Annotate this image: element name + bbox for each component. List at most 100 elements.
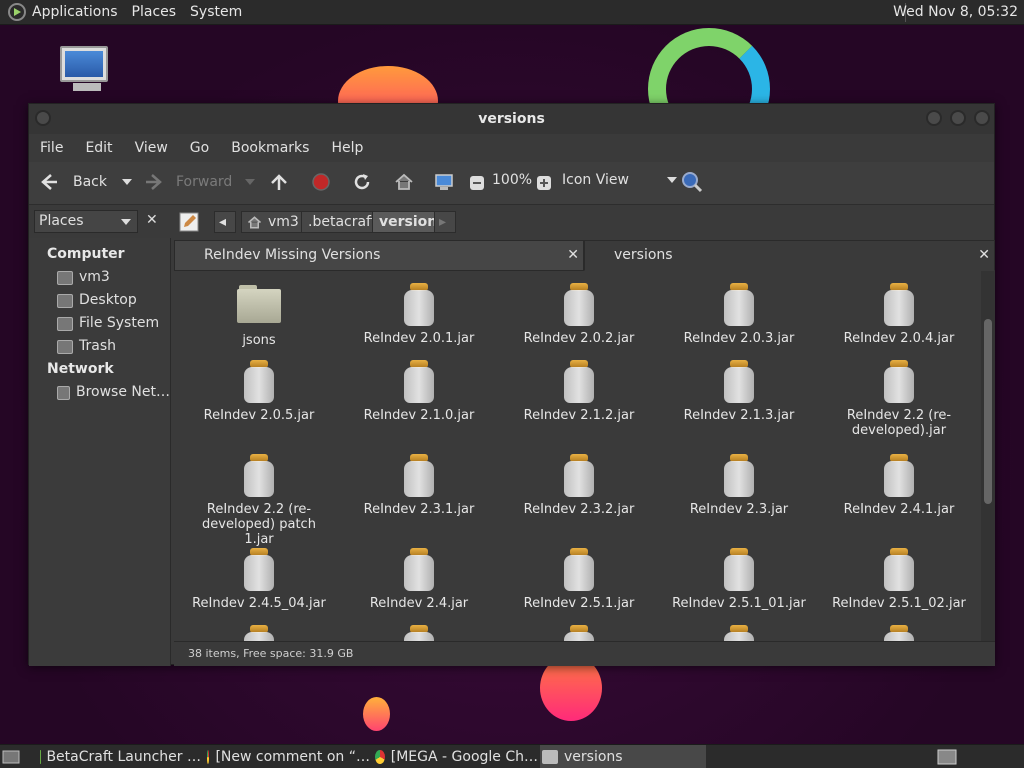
- file-item[interactable]: [339, 625, 499, 641]
- file-item[interactable]: ReIndev 2.0.3.jar: [659, 283, 819, 346]
- jar-file-icon: [562, 454, 596, 498]
- scrollbar-thumb[interactable]: [984, 319, 992, 504]
- view-mode-select[interactable]: Icon View: [562, 172, 677, 188]
- folder-item-jsons[interactable]: jsons: [179, 283, 339, 348]
- jar-file-icon: [242, 625, 276, 641]
- network-icon: [57, 385, 70, 400]
- sidebar-type-select[interactable]: Places: [34, 210, 138, 233]
- close-window-button[interactable]: [974, 110, 990, 126]
- tab-reindev-missing-versions[interactable]: ReIndev Missing Versions ✕: [174, 240, 584, 271]
- file-item[interactable]: ReIndev 2.1.3.jar: [659, 360, 819, 423]
- computer-icon[interactable]: [434, 172, 454, 192]
- location-bar: Places ✕ ◂ vm3 .betacraft versions ▸: [29, 204, 994, 238]
- close-tab-icon[interactable]: ✕: [978, 241, 990, 270]
- sidebar-item-trash[interactable]: Trash: [29, 335, 170, 358]
- file-item[interactable]: ReIndev 2.0.2.jar: [499, 283, 659, 346]
- menu-view[interactable]: View: [135, 140, 168, 156]
- applications-menu[interactable]: Applications: [32, 4, 118, 20]
- breadcrumb-vm3[interactable]: vm3: [241, 211, 306, 233]
- zoom-out-icon[interactable]: [469, 175, 485, 191]
- back-history-icon[interactable]: [122, 179, 132, 185]
- jar-file-icon: [402, 625, 436, 641]
- file-item[interactable]: ReIndev 2.5.1_02.jar: [819, 548, 979, 611]
- file-item[interactable]: ReIndev 2.4.5_04.jar: [179, 548, 339, 611]
- search-icon[interactable]: [681, 171, 703, 193]
- taskbar-item-versions[interactable]: versions: [540, 745, 706, 768]
- forward-history-icon[interactable]: [245, 179, 256, 185]
- menu-edit[interactable]: Edit: [85, 140, 112, 156]
- folder-icon: [237, 285, 281, 323]
- breadcrumb-betacraft[interactable]: .betacraft: [301, 211, 384, 233]
- file-item[interactable]: [499, 625, 659, 641]
- stop-icon[interactable]: [311, 172, 331, 192]
- minimize-button[interactable]: [926, 110, 942, 126]
- chrome-icon: [207, 750, 210, 764]
- home-icon[interactable]: [394, 172, 414, 192]
- edit-location-icon[interactable]: [179, 212, 199, 232]
- file-item[interactable]: ReIndev 2.0.4.jar: [819, 283, 979, 346]
- menu-help[interactable]: Help: [331, 140, 363, 156]
- file-item[interactable]: ReIndev 2.1.2.jar: [499, 360, 659, 423]
- file-item[interactable]: ReIndev 2.3.1.jar: [339, 454, 499, 517]
- taskbar-item-chrome-mega[interactable]: [MEGA - Google Ch…: [373, 745, 538, 768]
- jar-file-icon: [562, 625, 596, 641]
- zoom-in-icon[interactable]: [536, 175, 552, 191]
- taskbar-item-betacraft[interactable]: BetaCraft Launcher …: [36, 745, 201, 768]
- file-item[interactable]: ReIndev 2.0.1.jar: [339, 283, 499, 346]
- tab-versions[interactable]: versions ✕: [584, 240, 995, 271]
- system-menu[interactable]: System: [190, 4, 242, 20]
- sidebar-item-file-system[interactable]: File System: [29, 312, 170, 335]
- breadcrumb-right-arrow[interactable]: ▸: [434, 211, 456, 233]
- file-item[interactable]: ReIndev 2.3.2.jar: [499, 454, 659, 517]
- file-item[interactable]: ReIndev 2.2 (re-developed).jar: [819, 360, 979, 438]
- file-item[interactable]: ReIndev 2.3.jar: [659, 454, 819, 517]
- sidebar-item-browse-network[interactable]: Browse Net…: [29, 381, 170, 404]
- tab-bar: ReIndev Missing Versions ✕ versions ✕: [174, 238, 995, 271]
- file-item[interactable]: [659, 625, 819, 641]
- window-titlebar[interactable]: versions: [29, 104, 994, 134]
- file-item[interactable]: ReIndev 2.5.1.jar: [499, 548, 659, 611]
- reload-icon[interactable]: [352, 172, 372, 192]
- jar-file-icon: [722, 454, 756, 498]
- file-item[interactable]: [819, 625, 979, 641]
- distro-logo-icon[interactable]: [8, 3, 26, 21]
- vertical-scrollbar[interactable]: [981, 271, 995, 641]
- menu-go[interactable]: Go: [190, 140, 209, 156]
- sidebar-item-vm3[interactable]: vm3: [29, 266, 170, 289]
- maximize-button[interactable]: [950, 110, 966, 126]
- file-item[interactable]: [179, 625, 339, 641]
- file-item[interactable]: ReIndev 2.2 (re-developed) patch 1.jar: [179, 454, 339, 547]
- file-item[interactable]: ReIndev 2.1.0.jar: [339, 360, 499, 423]
- taskbar-item-chrome-comment[interactable]: [New comment on “…: [205, 745, 370, 768]
- jar-file-icon: [882, 548, 916, 592]
- close-tab-icon[interactable]: ✕: [567, 241, 579, 270]
- back-arrow-icon: [41, 174, 57, 190]
- chevron-down-icon: [121, 219, 131, 225]
- jar-file-icon: [882, 454, 916, 498]
- window-menu-button[interactable]: [35, 110, 51, 126]
- jar-file-icon: [882, 360, 916, 404]
- places-sidebar: Computer vm3 Desktop File System Trash N…: [29, 238, 171, 666]
- back-button[interactable]: Back: [39, 172, 132, 192]
- forward-button[interactable]: Forward: [144, 172, 256, 192]
- computer-desktop-icon[interactable]: [60, 46, 114, 102]
- menu-file[interactable]: File: [40, 140, 63, 156]
- menu-bookmarks[interactable]: Bookmarks: [231, 140, 309, 156]
- clock[interactable]: Wed Nov 8, 05:32: [893, 4, 1018, 20]
- breadcrumb-left-arrow[interactable]: ◂: [214, 211, 236, 233]
- file-icon-view[interactable]: jsons ReIndev 2.0.1.jar ReIndev 2.0.2.ja…: [174, 271, 995, 641]
- sidebar-item-desktop[interactable]: Desktop: [29, 289, 170, 312]
- file-item[interactable]: ReIndev 2.4.1.jar: [819, 454, 979, 517]
- chrome-icon: [375, 750, 385, 764]
- file-item[interactable]: ReIndev 2.0.5.jar: [179, 360, 339, 423]
- workspace-switcher[interactable]: [937, 745, 959, 768]
- top-panel: Applications Places System Wed Nov 8, 05…: [0, 0, 1024, 25]
- close-sidebar-icon[interactable]: ✕: [146, 212, 158, 228]
- up-arrow-icon[interactable]: [269, 172, 289, 192]
- places-menu[interactable]: Places: [132, 4, 177, 20]
- jar-file-icon: [242, 360, 276, 404]
- zoom-level: 100%: [492, 172, 533, 188]
- file-item[interactable]: ReIndev 2.4.jar: [339, 548, 499, 611]
- show-desktop-button[interactable]: [2, 745, 24, 768]
- file-item[interactable]: ReIndev 2.5.1_01.jar: [659, 548, 819, 611]
